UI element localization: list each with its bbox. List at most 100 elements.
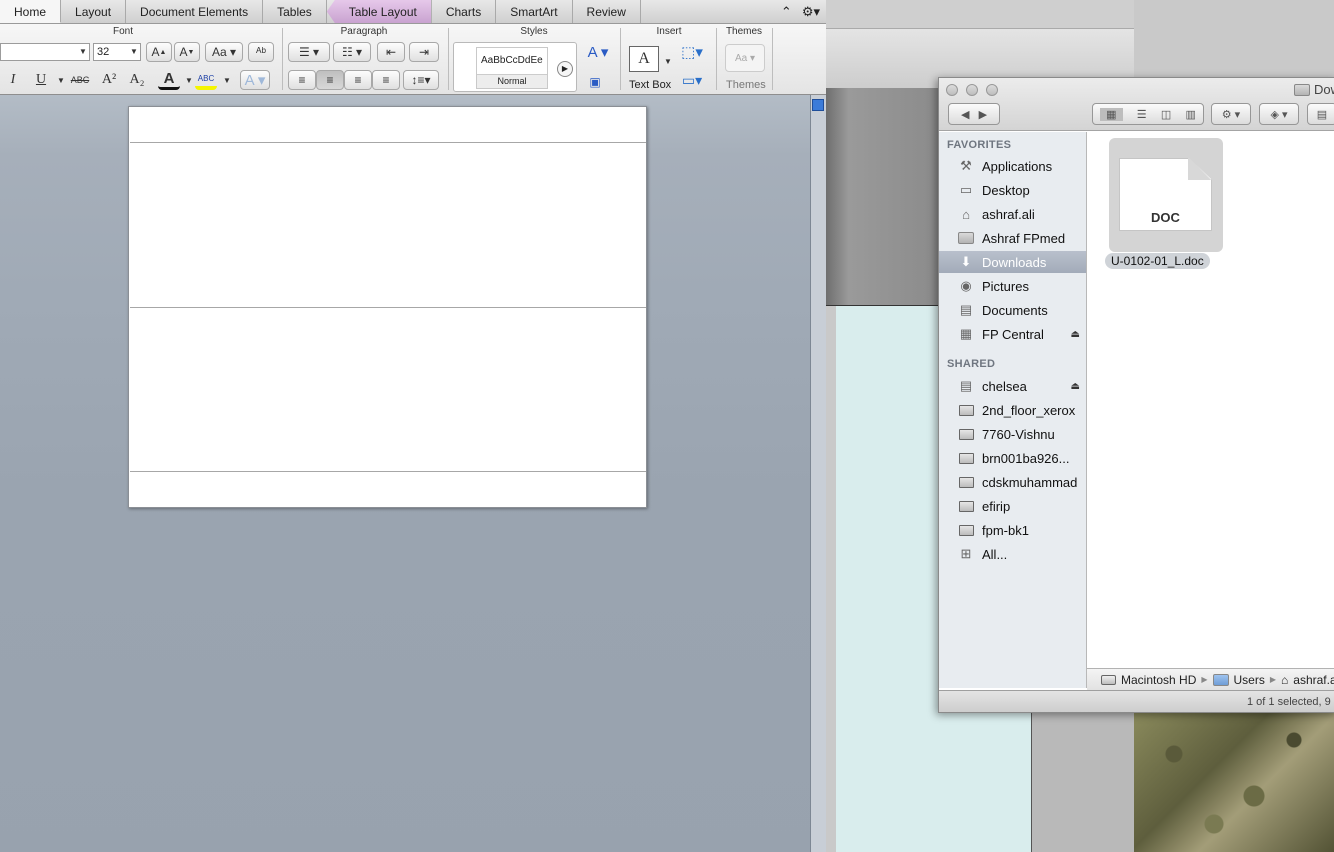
icon-view-icon[interactable]: ▦ [1100,107,1123,121]
arrange-button[interactable]: ▤ [1307,103,1334,125]
dropbox-menu-button[interactable]: ◈ ▾ [1259,103,1299,125]
tab-charts[interactable]: Charts [432,0,497,23]
doc-file-icon[interactable]: DOC [1109,138,1223,252]
chevron-down-icon[interactable]: ▼ [57,76,65,85]
style-sample-text: AaBbCcDdEe [481,55,543,66]
ribbon: Font Paragraph Styles Insert Themes ▼ 32… [0,24,826,95]
font-color-button[interactable]: A [158,70,180,90]
sidebar-item-downloads[interactable]: ⬇ Downloads [939,251,1086,273]
collapse-ribbon-icon[interactable]: ⌃ [781,4,792,20]
path-item[interactable]: Users [1234,673,1265,687]
bullets-button[interactable]: ☰ ▾ [288,42,330,62]
styles-gallery[interactable]: AaBbCcDdEe Normal ▶ [453,42,577,92]
align-left-button[interactable]: ≡ [288,70,316,90]
monitor-icon [957,426,975,442]
view-switcher[interactable]: ▦ ☰ ◫ ▥ [1092,103,1204,125]
tab-document-elements[interactable]: Document Elements [126,0,264,23]
strikethrough-button[interactable]: ABC [66,70,94,90]
chevron-down-icon[interactable]: ▼ [79,47,87,56]
path-item[interactable]: ashraf.ali [1293,673,1334,687]
path-item[interactable]: Macintosh HD [1121,673,1196,687]
tab-home[interactable]: Home [0,0,62,23]
home-icon: ⌂ [962,206,970,222]
highlight-button[interactable]: ABC [195,70,217,90]
italic-button[interactable]: I [2,70,24,90]
page-fold [1188,158,1212,180]
ruler-marker[interactable] [812,99,824,111]
change-styles-button[interactable]: A ▾ [584,42,612,62]
tab-tables[interactable]: Tables [263,0,327,23]
sidebar-item-2nd-floor-xerox[interactable]: 2nd_floor_xerox [939,399,1086,421]
document-page[interactable] [128,106,647,508]
sidebar-item-chelsea[interactable]: ▤ chelsea ⏏ [939,375,1086,397]
sidebar-item-ashraf-ali[interactable]: ⌂ ashraf.ali [939,203,1086,225]
picture-icon[interactable]: ▭▾ [676,70,708,90]
window-title-text: Dow [1314,82,1334,97]
shrink-font-button[interactable]: A ▼ [174,42,200,62]
close-button[interactable] [946,84,958,96]
tab-table-layout[interactable]: Table Layout [326,0,432,23]
sidebar-item-7760-vishnu[interactable]: 7760-Vishnu [939,423,1086,445]
sidebar-item-applications[interactable]: ⚒ Applications [939,155,1086,177]
table-border [130,307,646,308]
list-view-icon[interactable]: ☰ [1137,108,1147,121]
eject-icon[interactable]: ⏏ [1071,381,1080,392]
subscript-button[interactable]: A₂ [126,70,148,90]
themes-gallery-icon[interactable]: Aa ▾ [725,44,765,72]
sidebar-item-cdskmuhammad[interactable]: cdskmuhammad [939,471,1086,493]
sidebar-item-fpm-bk1[interactable]: fpm-bk1 [939,519,1086,541]
chevron-down-icon[interactable]: ▼ [664,57,672,66]
network-icon: ⊞ [960,546,972,561]
themes-label[interactable]: Themes [726,79,766,91]
shape-icon[interactable]: ⬚▾ [676,42,708,62]
style-normal[interactable]: AaBbCcDdEe Normal [476,47,548,89]
action-menu-button[interactable]: ⚙ ▾ [1211,103,1251,125]
table-border [130,471,646,472]
tab-review[interactable]: Review [573,0,641,23]
grow-font-button[interactable]: A ▲ [146,42,172,62]
superscript-button[interactable]: A² [98,70,120,90]
chevron-down-icon[interactable]: ▼ [223,76,231,85]
chevron-down-icon[interactable]: ▼ [130,47,138,56]
tab-layout[interactable]: Layout [61,0,127,23]
sidebar-item-label: 7760-Vishnu [982,426,1055,442]
tab-smartart[interactable]: SmartArt [496,0,573,23]
applications-icon: ⚒ [960,158,972,173]
zoom-button[interactable] [986,84,998,96]
increase-indent-button[interactable]: ⇥ [409,42,439,62]
text-box-icon[interactable]: A [629,46,659,72]
column-view-icon[interactable]: ◫ [1161,108,1171,121]
chevron-down-icon[interactable]: ▼ [185,76,193,85]
sidebar-item-all[interactable]: ⊞ All... [939,543,1086,565]
numbering-button[interactable]: ☷ ▾ [333,42,371,62]
file-name-label[interactable]: U-0102-01_L.doc [1105,253,1210,269]
font-name-field[interactable] [0,43,90,61]
align-right-button[interactable]: ≡ [344,70,372,90]
text-effects-button[interactable]: A ▾ [240,70,270,90]
eject-icon[interactable]: ⏏ [1071,329,1080,340]
line-spacing-button[interactable]: ↕≡▾ [403,70,439,90]
clear-formatting-button[interactable]: ᴬᵇ [248,42,274,62]
change-case-button[interactable]: Aa ▾ [205,42,243,62]
sidebar-item-desktop[interactable]: ▭ Desktop [939,179,1086,201]
sidebar-item-ashraf-fpmed[interactable]: Ashraf FPmed [939,227,1086,249]
coverflow-view-icon[interactable]: ▥ [1185,108,1195,121]
decrease-indent-button[interactable]: ⇤ [377,42,405,62]
justify-button[interactable]: ≡ [372,70,400,90]
sidebar-item-documents[interactable]: ▤ Documents [939,299,1086,321]
styles-next-icon[interactable]: ▶ [557,61,573,77]
documents-icon: ▤ [959,302,973,317]
sidebar-item-brn001ba926[interactable]: brn001ba926... [939,447,1086,469]
underline-button[interactable]: U [30,70,52,90]
minimize-button[interactable] [966,84,978,96]
sidebar-item-fp-central[interactable]: ▦ FP Central ⏏ [939,323,1086,345]
sidebar-item-pictures[interactable]: ◉ Pictures [939,275,1086,297]
sidebar-item-efirip[interactable]: efirip [939,495,1086,517]
styles-pane-icon[interactable]: ▣ [584,72,606,92]
word-scrollbar[interactable] [810,95,826,852]
back-forward-buttons[interactable]: ◀ ▶ [948,103,1000,125]
align-center-button[interactable]: ≡ [316,70,344,90]
gear-icon[interactable]: ⚙▾ [802,4,820,20]
camera-icon: ◉ [960,278,972,293]
text-box-button[interactable]: Text Box [629,79,671,91]
